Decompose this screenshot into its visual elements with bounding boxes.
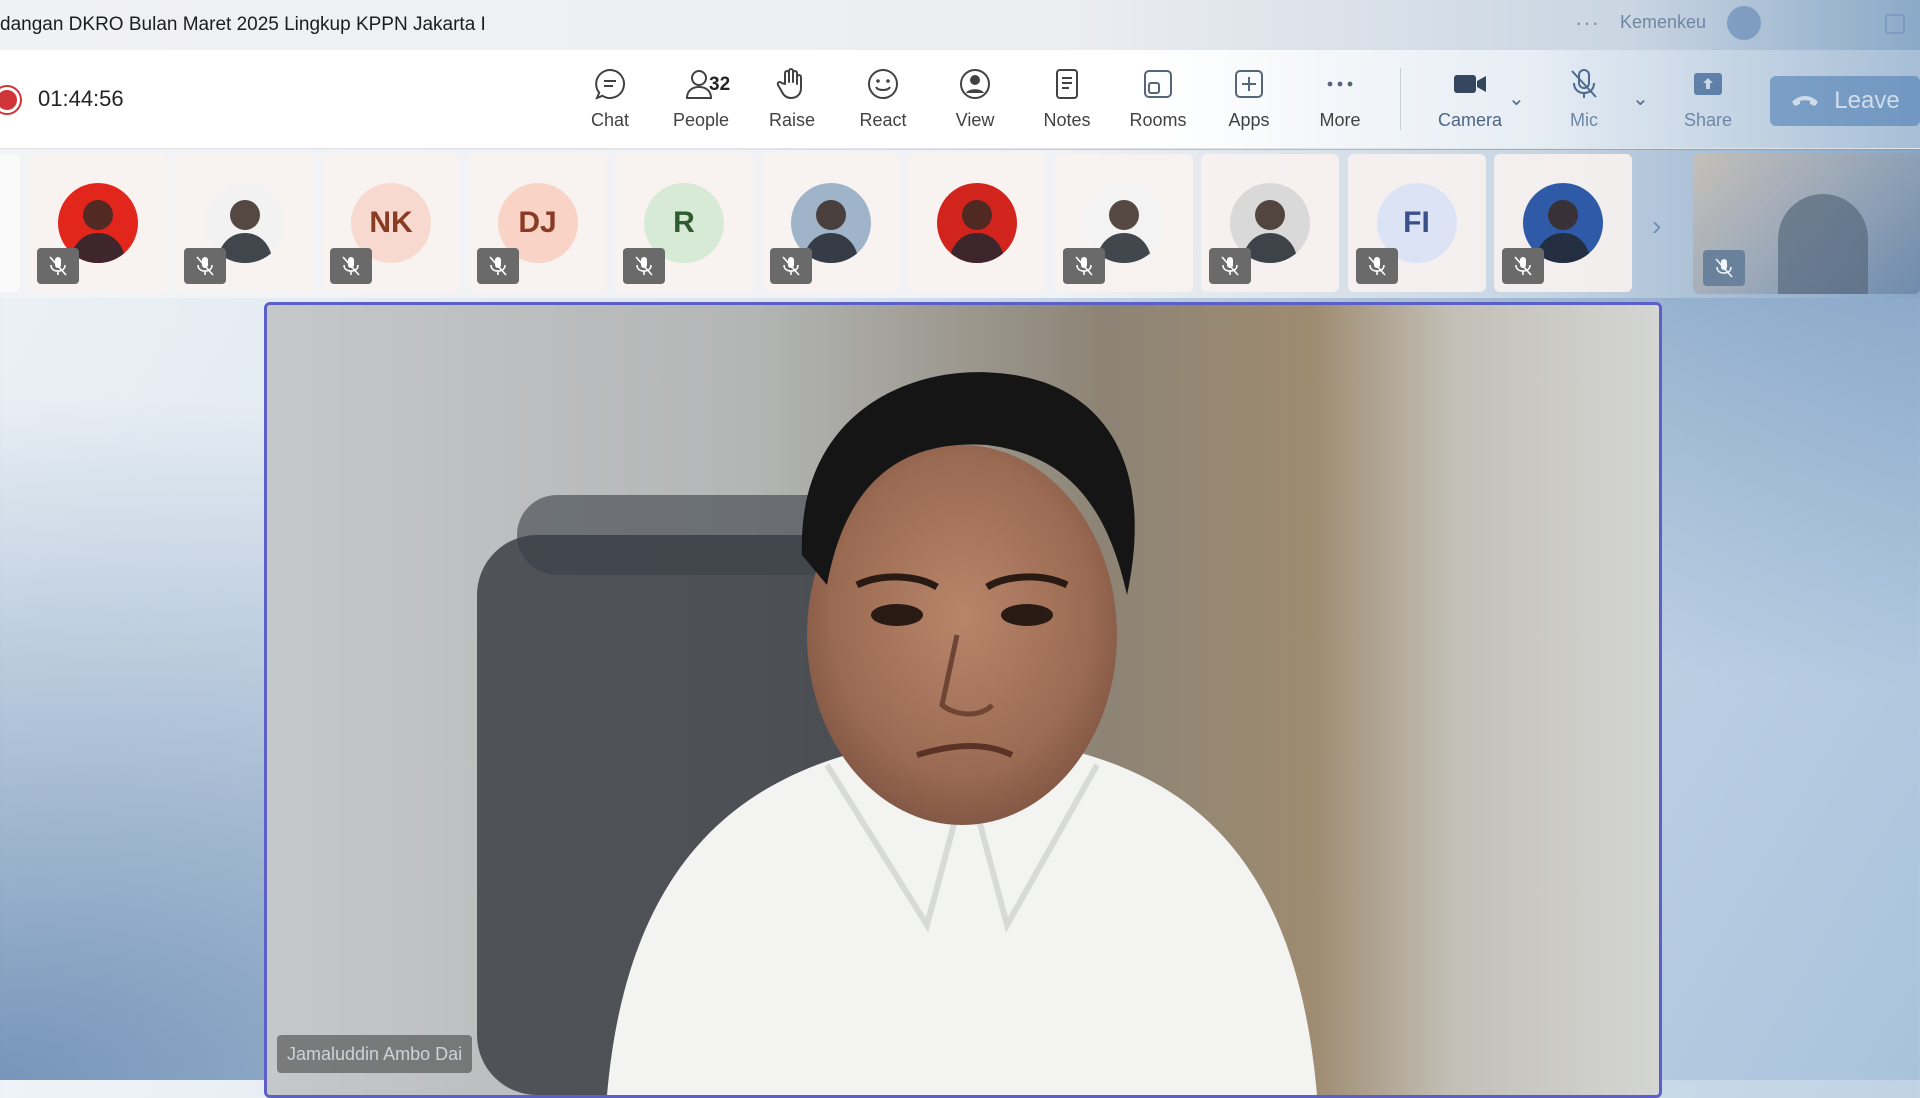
mic-off-icon <box>635 256 653 276</box>
organization-name: Kemenkeu <box>1620 12 1707 32</box>
participant-tile[interactable] <box>1494 154 1632 292</box>
leave-button[interactable]: Leave <box>1770 76 1920 126</box>
participant-tile[interactable] <box>761 154 900 292</box>
people-button[interactable]: 32 People <box>661 64 741 144</box>
mic-off-icon <box>49 256 67 276</box>
mic-off-icon <box>781 256 800 276</box>
meeting-toolbar: 01:44:56 Chat 32 People Raise React View <box>0 50 1920 149</box>
more-label: More <box>1319 110 1361 130</box>
mic-off-badge <box>476 248 519 284</box>
mic-off-badge <box>623 248 665 284</box>
people-label: People <box>672 110 730 130</box>
more-dots-icon <box>1320 64 1360 104</box>
smiley-icon <box>863 64 903 104</box>
participant-tile[interactable] <box>1054 154 1193 292</box>
mic-off-badge <box>183 248 226 284</box>
meeting-title: dangan DKRO Bulan Maret 2025 Lingkup KPP… <box>0 14 486 35</box>
chat-label: Chat <box>590 110 630 130</box>
chat-button[interactable]: Chat <box>570 64 650 144</box>
participant-tile[interactable]: DJ <box>468 154 607 292</box>
mic-off-badge <box>1502 248 1544 284</box>
react-label: React <box>859 110 907 130</box>
mic-off-icon <box>1221 256 1239 276</box>
react-button[interactable]: React <box>843 64 923 144</box>
meeting-timer: 01:44:56 <box>38 86 124 111</box>
speaker-video-frame <box>267 305 1659 1095</box>
mic-off-icon <box>1564 64 1604 104</box>
chat-icon <box>590 64 630 104</box>
participant-tile-partial[interactable] <box>0 154 20 292</box>
mic-off-badge <box>37 248 79 284</box>
participant-tile[interactable] <box>29 154 167 292</box>
mic-off-badge <box>1209 248 1251 284</box>
apps-plus-icon <box>1229 64 1269 104</box>
self-mic-off-badge <box>1703 250 1745 286</box>
self-view-person <box>1778 194 1868 294</box>
notes-button[interactable]: Notes <box>1027 64 1107 144</box>
view-button[interactable]: View <box>935 64 1015 144</box>
view-label: View <box>955 110 995 130</box>
mic-off-icon <box>1074 256 1093 276</box>
participant-tile[interactable] <box>908 154 1046 292</box>
toolbar-divider <box>1400 68 1401 130</box>
recording-indicator-icon <box>0 87 20 113</box>
participant-tile[interactable]: NK <box>322 154 460 292</box>
mic-options-chevron-icon[interactable]: ⌄ <box>1632 86 1649 111</box>
apps-label: Apps <box>1228 110 1270 130</box>
title-bar: dangan DKRO Bulan Maret 2025 Lingkup KPP… <box>0 0 1920 50</box>
phone-hangup-icon <box>1790 87 1820 115</box>
mic-label: Mic <box>1570 110 1598 130</box>
raise-label: Raise <box>768 110 816 130</box>
rooms-label: Rooms <box>1129 110 1187 130</box>
speaker-name-tag: Jamaluddin Ambo Dai <box>277 1035 473 1073</box>
camera-icon <box>1450 64 1490 104</box>
mic-off-badge <box>1062 248 1105 284</box>
camera-label: Camera <box>1437 110 1503 130</box>
apps-button[interactable]: Apps <box>1209 64 1289 144</box>
participant-tile[interactable]: R <box>615 154 753 292</box>
window-more-icon[interactable]: ··· <box>1575 10 1600 36</box>
mic-off-icon <box>1514 256 1532 276</box>
rooms-button[interactable]: Rooms <box>1118 64 1198 144</box>
mic-off-badge <box>330 248 372 284</box>
more-button[interactable]: More <box>1300 64 1380 144</box>
view-icon <box>955 64 995 104</box>
mic-off-icon <box>488 256 507 276</box>
leave-label: Leave <box>1834 87 1900 114</box>
mic-off-icon <box>342 256 360 276</box>
share-label: Share <box>1683 110 1733 130</box>
participant-tile[interactable] <box>175 154 314 292</box>
notes-label: Notes <box>1043 110 1091 130</box>
mic-off-badge <box>769 248 812 284</box>
mic-off-icon <box>195 256 214 276</box>
mic-button[interactable]: Mic <box>1544 64 1624 144</box>
avatar-photo <box>937 183 1017 263</box>
raise-hand-button[interactable]: Raise <box>752 64 832 144</box>
people-count-badge: 32 <box>709 74 731 95</box>
hand-icon <box>772 64 812 104</box>
main-speaker-video[interactable]: Jamaluddin Ambo Dai <box>264 302 1662 1098</box>
account-avatar[interactable] <box>1727 6 1761 40</box>
self-view-video[interactable] <box>1693 154 1920 294</box>
participant-strip: NK DJ R FI › <box>0 150 1920 298</box>
mic-off-icon <box>1367 256 1386 276</box>
share-icon <box>1688 64 1728 104</box>
rooms-icon <box>1138 64 1178 104</box>
mic-off-badge <box>1355 248 1398 284</box>
strip-next-chevron-icon[interactable]: › <box>1652 210 1661 242</box>
share-button[interactable]: Share <box>1668 64 1748 144</box>
participant-tile[interactable] <box>1201 154 1339 292</box>
window-maximize-icon[interactable] <box>1885 14 1905 34</box>
participant-tile[interactable]: FI <box>1347 154 1486 292</box>
camera-button[interactable]: Camera <box>1420 64 1520 144</box>
notes-icon <box>1047 64 1087 104</box>
camera-options-chevron-icon[interactable]: ⌄ <box>1508 86 1525 111</box>
